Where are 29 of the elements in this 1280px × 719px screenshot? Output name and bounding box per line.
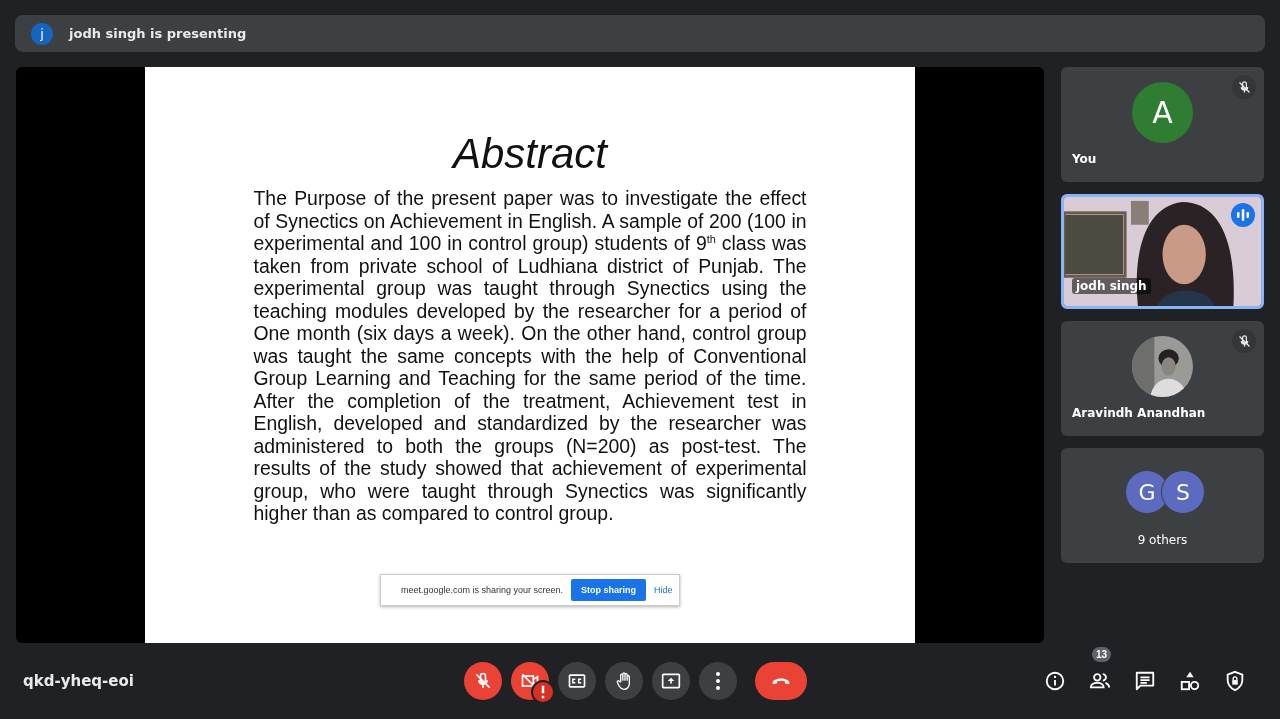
info-icon xyxy=(1043,670,1066,692)
hide-link[interactable]: Hide xyxy=(654,585,673,595)
participant-name: You xyxy=(1072,152,1097,166)
present-screen-icon xyxy=(661,671,681,691)
mic-button[interactable] xyxy=(464,662,502,700)
participant-count: 13 xyxy=(1092,646,1112,662)
hand-button[interactable] xyxy=(605,662,643,700)
speaking-icon xyxy=(1231,203,1255,227)
mic-off-icon xyxy=(473,671,493,691)
captions-button[interactable] xyxy=(558,662,596,700)
participant-name: Aravindh Anandhan xyxy=(1072,406,1206,420)
meeting-code: qkd-yheq-eoi xyxy=(23,672,134,690)
shapes-icon xyxy=(1178,670,1201,692)
hangup-button[interactable] xyxy=(755,662,807,700)
sharing-message: meet.google.com is sharing your screen. xyxy=(401,585,564,595)
more-button[interactable] xyxy=(699,662,737,700)
slide-paragraph: The Purpose of the present paper was to investigate the effect of Synectics on Achievement in English. A sample of 200 (100 in experimental and 100 in control group) students of 9$^{th}$ class was taken from private school of Ludhiana district of Punjab. The experimental group was taught through Synectics using the teaching modules developed by the researcher for a period of One month (six days a week). On the other hand, control group was taught the same concepts with the help of Conventional Group Learning and Teaching for the same period of the time. After the completion of the treatment, Achievement test in English, developed and standardized by the researcher was administered to both the groups (N=200) as post-test. The results of the study showed that achievement of experimental group, who were taught through Synectics was significantly higher than as compared to control group. xyxy=(253,187,807,525)
chat-icon xyxy=(1133,670,1156,692)
avatar-letter: A xyxy=(1132,82,1193,143)
present-button[interactable] xyxy=(652,662,690,700)
participant-name: jodh singh xyxy=(1072,278,1151,294)
more-options-icon xyxy=(716,672,720,690)
captions-icon xyxy=(567,671,587,691)
slide-title: Abstract xyxy=(452,129,608,179)
participant-name: 9 others xyxy=(1136,533,1189,547)
stop-sharing-button[interactable]: Stop sharing xyxy=(571,579,647,601)
avatar-letter: S xyxy=(1161,470,1205,514)
avatar-letter: j xyxy=(31,22,53,45)
presenting-label: jodh singh is presenting xyxy=(69,26,247,41)
